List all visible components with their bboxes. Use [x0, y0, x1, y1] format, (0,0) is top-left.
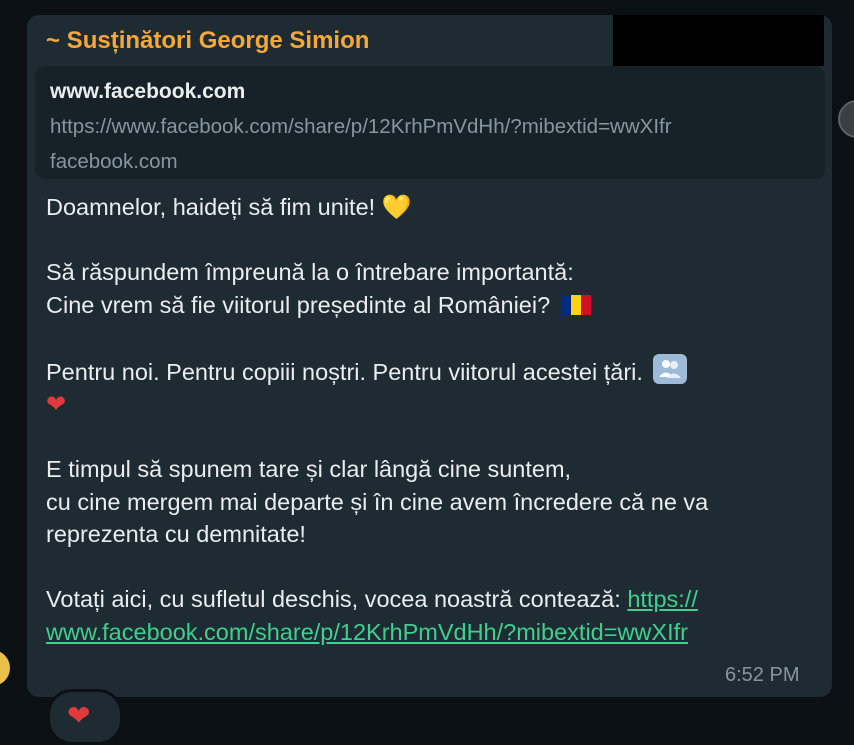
- message-line: Doamnelor, haideți să fim unite! 💛: [46, 191, 816, 224]
- red-heart-icon: ❤: [46, 390, 67, 418]
- red-heart-icon: ❤: [67, 699, 91, 732]
- message-line-text: Doamnelor, haideți să fim unite!: [46, 194, 382, 220]
- link-preview-title: www.facebook.com: [50, 80, 246, 103]
- yellow-heart-icon: 💛: [381, 193, 412, 221]
- message-line-text: Pentru noi. Pentru copiii noștri. Pentru…: [46, 358, 650, 385]
- link-preview-url: https://www.facebook.com/share/p/12KrhPm…: [50, 115, 672, 138]
- reaction-badge[interactable]: ❤: [47, 689, 123, 745]
- message-line-text: Să răspundem împreună la o întrebare imp…: [46, 259, 574, 285]
- busts-in-silhouette-icon: [653, 353, 688, 384]
- message-line-text: E timpul să spunem tare și clar lângă ci…: [46, 456, 572, 482]
- message-link[interactable]: www.facebook.com/share/p/12KrhPmVdHh/?mi…: [46, 619, 688, 645]
- link-preview-domain: facebook.com: [50, 150, 178, 173]
- link-preview-card[interactable]: www.facebook.com https://www.facebook.co…: [35, 66, 825, 179]
- sender-name[interactable]: ~ Susținători George Simion: [46, 27, 369, 55]
- message-line-text: reprezenta cu demnitate!: [46, 521, 306, 547]
- message-timestamp: 6:52 PM: [725, 664, 800, 686]
- romania-flag-icon: [560, 291, 591, 315]
- message-link[interactable]: https://: [627, 586, 698, 612]
- message-line-text: Votați aici, cu sufletul deschis, vocea …: [46, 586, 628, 612]
- redacted-region: [613, 15, 824, 66]
- message-text: Doamnelor, haideți să fim unite! 💛 Să ră…: [46, 191, 816, 648]
- message-line-text: cu cine mergem mai departe și în cine av…: [46, 488, 709, 515]
- message-line-text: Cine vrem să fie viitorul președinte al …: [46, 291, 557, 318]
